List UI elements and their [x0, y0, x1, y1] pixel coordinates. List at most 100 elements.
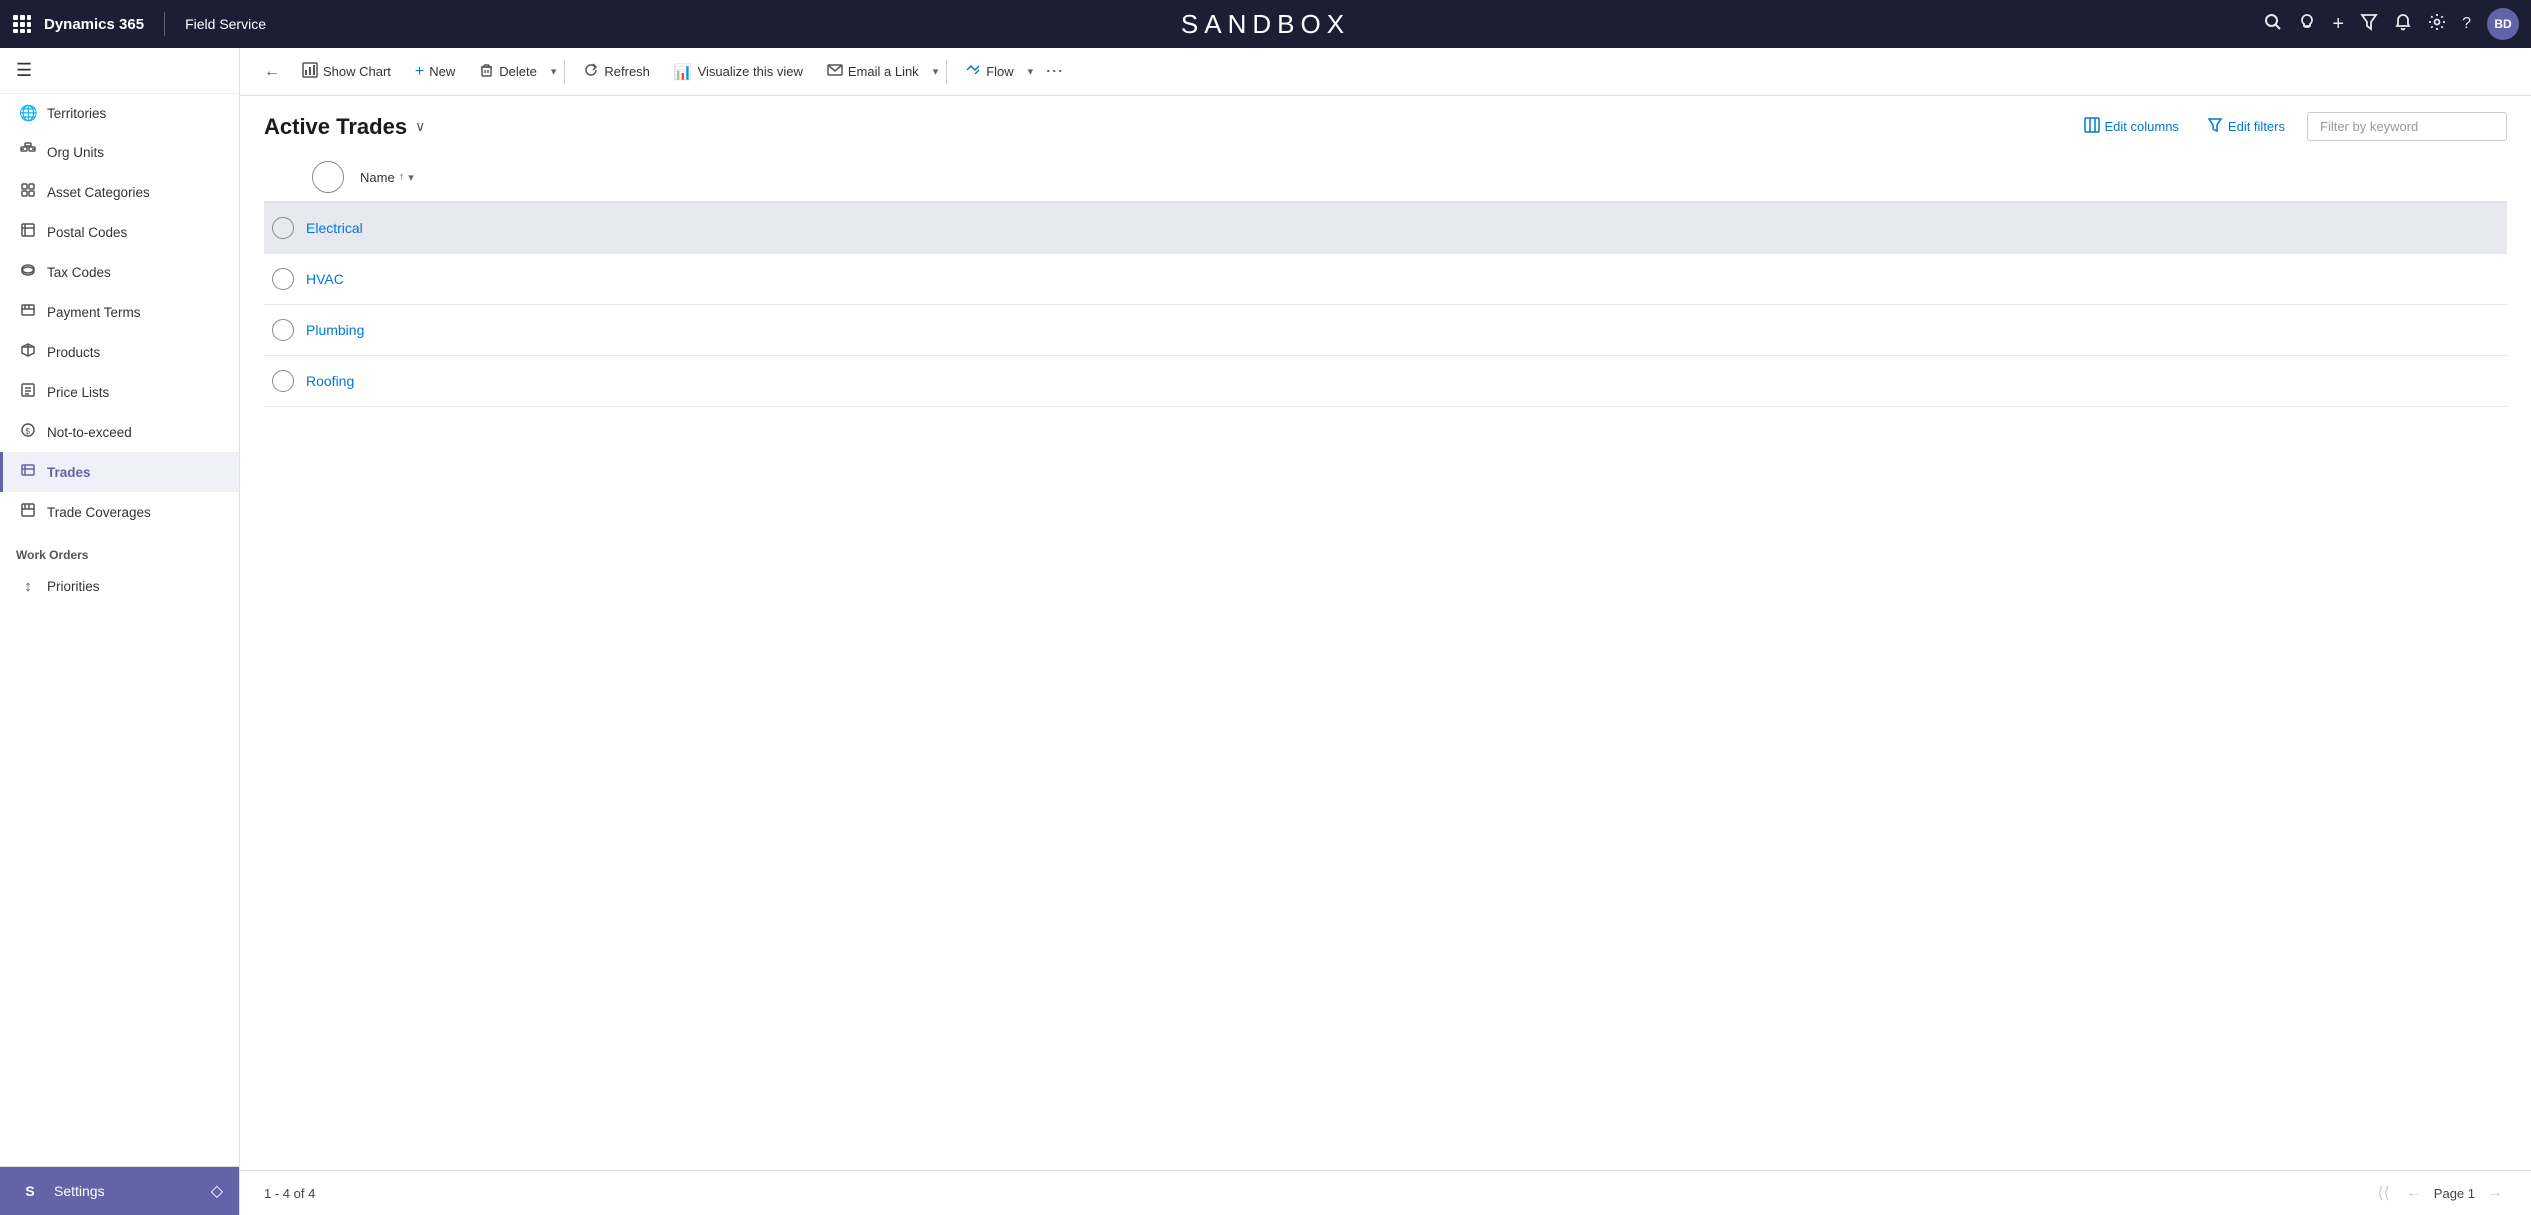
sidebar-item-asset-categories[interactable]: Asset Categories [0, 172, 239, 212]
delete-button[interactable]: Delete [469, 57, 547, 87]
page-label: Page 1 [2434, 1186, 2475, 1201]
sidebar-item-postal-codes[interactable]: Postal Codes [0, 212, 239, 252]
table-row[interactable]: HVAC [264, 254, 2507, 305]
sort-asc-icon[interactable]: ↑ [399, 171, 405, 183]
sort-dropdown-icon[interactable]: ▾ [408, 171, 414, 184]
settings-label: Settings [54, 1183, 105, 1199]
select-all-checkbox[interactable] [312, 161, 344, 193]
sidebar-item-org-units[interactable]: Org Units [0, 132, 239, 172]
toolbar: ← Show Chart + New [240, 48, 2531, 96]
edit-filters-label: Edit filters [2228, 119, 2285, 134]
main-layout: ☰ 🌐 Territories Org Units [0, 48, 2531, 1215]
sidebar-item-trade-coverages[interactable]: Trade Coverages [0, 492, 239, 532]
more-options-icon[interactable]: ⋯ [1037, 57, 1071, 86]
brand-name: Dynamics 365 [44, 16, 144, 33]
user-avatar[interactable]: BD [2487, 8, 2519, 40]
flow-icon [965, 62, 981, 81]
sidebar-item-label: Price Lists [47, 385, 109, 400]
sidebar-item-label: Tax Codes [47, 265, 111, 280]
delete-dropdown-arrow[interactable]: ▾ [551, 65, 557, 78]
email-dropdown-arrow[interactable]: ▾ [933, 65, 939, 78]
sidebar-item-label: Postal Codes [47, 225, 127, 240]
table-row[interactable]: Roofing [264, 356, 2507, 407]
next-page-button[interactable]: → [2483, 1182, 2507, 1204]
chart-icon [302, 62, 318, 81]
edit-filters-icon [2207, 117, 2223, 136]
back-button[interactable]: ← [256, 57, 288, 87]
sidebar-item-label: Priorities [47, 579, 100, 594]
sidebar-menu-icon[interactable]: ☰ [16, 60, 32, 81]
row-radio-2[interactable] [272, 319, 294, 341]
content-area: ← Show Chart + New [240, 48, 2531, 1215]
nav-right: + ? BD [1683, 8, 2519, 40]
list-title-dropdown[interactable]: ∨ [415, 118, 425, 135]
row-link-3[interactable]: Roofing [306, 373, 354, 389]
row-radio-1[interactable] [272, 268, 294, 290]
sidebar-item-label: Not-to-exceed [47, 425, 132, 440]
delete-icon [479, 63, 494, 81]
sidebar: ☰ 🌐 Territories Org Units [0, 48, 240, 1215]
sidebar-item-label: Payment Terms [47, 305, 141, 320]
row-radio-3[interactable] [272, 370, 294, 392]
list-actions: Edit columns Edit filters Filter by keyw… [2078, 112, 2508, 141]
app-grid-icon[interactable] [12, 14, 32, 34]
email-link-button[interactable]: Email a Link [817, 56, 929, 87]
lightbulb-icon[interactable] [2298, 13, 2316, 36]
sidebar-item-label: Asset Categories [47, 185, 150, 200]
sidebar-item-price-lists[interactable]: Price Lists [0, 372, 239, 412]
sidebar-item-territories[interactable]: 🌐 Territories [0, 94, 239, 132]
sidebar-header: ☰ [0, 48, 239, 94]
filter-by-keyword-input[interactable]: Filter by keyword [2307, 112, 2507, 141]
new-button[interactable]: + New [405, 57, 465, 87]
list-title-area: Active Trades ∨ [264, 114, 425, 140]
nav-left: Dynamics 365 Field Service [12, 12, 848, 36]
row-radio-0[interactable] [272, 217, 294, 239]
name-column-header[interactable]: Name [360, 170, 395, 185]
row-link-0[interactable]: Electrical [306, 220, 363, 236]
settings-footer[interactable]: S Settings ◇ [0, 1166, 239, 1215]
new-icon: + [415, 63, 424, 81]
flow-dropdown-arrow[interactable]: ▾ [1028, 65, 1034, 78]
row-link-1[interactable]: HVAC [306, 271, 344, 287]
list-header: Active Trades ∨ Edit columns [240, 96, 2531, 153]
asset-categories-icon [19, 182, 37, 202]
payment-terms-icon [19, 302, 37, 322]
edit-columns-icon [2084, 117, 2100, 136]
prev-page-button[interactable]: ← [2402, 1182, 2426, 1204]
filter-icon[interactable] [2360, 13, 2378, 36]
visualize-label: Visualize this view [698, 64, 803, 79]
sidebar-item-label: Trades [47, 465, 91, 480]
settings-initial: S [16, 1177, 44, 1205]
sidebar-item-trades[interactable]: Trades [0, 452, 239, 492]
not-to-exceed-icon: $ [19, 422, 37, 442]
sandbox-title: SANDBOX [848, 9, 1684, 40]
search-icon[interactable] [2264, 13, 2282, 36]
row-link-2[interactable]: Plumbing [306, 322, 364, 338]
refresh-button[interactable]: Refresh [573, 56, 660, 87]
tax-codes-icon [19, 262, 37, 282]
sidebar-item-not-to-exceed[interactable]: $ Not-to-exceed [0, 412, 239, 452]
sidebar-item-priorities[interactable]: ↕ Priorities [0, 568, 239, 605]
table-row[interactable]: Plumbing [264, 305, 2507, 356]
org-units-icon [19, 142, 37, 162]
show-chart-button[interactable]: Show Chart [292, 56, 401, 87]
show-chart-label: Show Chart [323, 64, 391, 79]
refresh-icon [583, 62, 599, 81]
sidebar-item-products[interactable]: Products [0, 332, 239, 372]
first-page-button[interactable]: ⟨⟨ [2373, 1181, 2393, 1205]
sidebar-item-payment-terms[interactable]: Payment Terms [0, 292, 239, 332]
priorities-icon: ↕ [19, 578, 37, 595]
edit-filters-button[interactable]: Edit filters [2201, 113, 2291, 140]
visualize-button[interactable]: 📊 Visualize this view [664, 57, 813, 87]
sidebar-item-tax-codes[interactable]: Tax Codes [0, 252, 239, 292]
plus-icon[interactable]: + [2332, 13, 2344, 36]
delete-label: Delete [499, 64, 537, 79]
help-icon[interactable]: ? [2462, 15, 2471, 33]
flow-button[interactable]: Flow [955, 56, 1023, 87]
sidebar-item-label: Trade Coverages [47, 505, 151, 520]
table-row[interactable]: Electrical [264, 203, 2507, 254]
territories-icon: 🌐 [19, 104, 37, 122]
bell-icon[interactable] [2394, 13, 2412, 36]
gear-icon[interactable] [2428, 13, 2446, 36]
edit-columns-button[interactable]: Edit columns [2078, 113, 2185, 140]
